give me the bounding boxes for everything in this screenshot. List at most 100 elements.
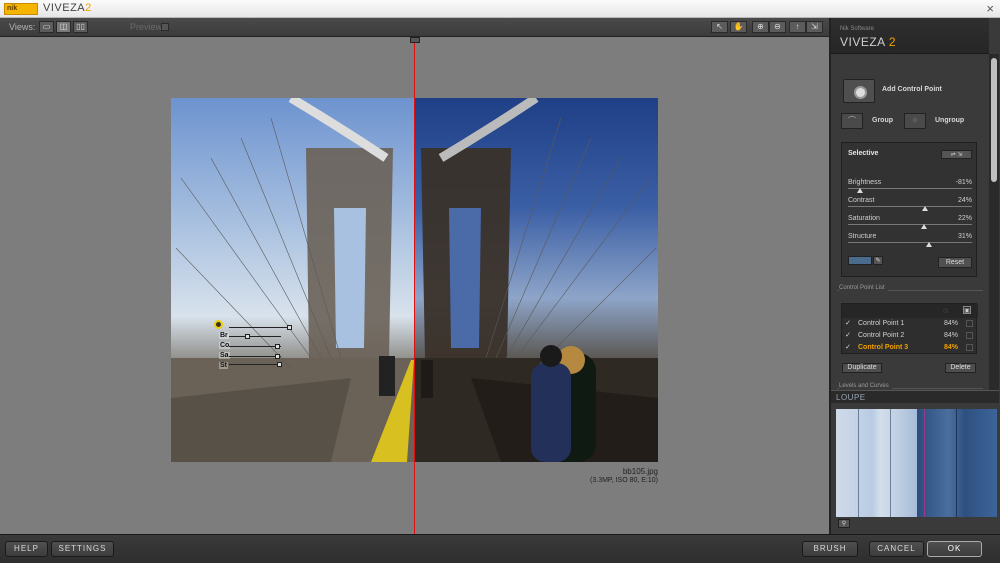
control-point-marker[interactable] bbox=[214, 320, 223, 329]
saturation-track[interactable] bbox=[848, 224, 972, 225]
cp-overlay-saturation-slider[interactable] bbox=[229, 356, 281, 357]
cp3-checkbox[interactable]: ✓ bbox=[845, 343, 851, 351]
cp3-mask-checkbox[interactable] bbox=[966, 344, 973, 351]
cp-overlay-structure-knob[interactable] bbox=[277, 362, 282, 367]
cp2-percent: 84% bbox=[944, 332, 959, 339]
loupe-adjusted bbox=[917, 409, 997, 517]
top-toolbar: Views: ▭ ◫ ▯▯ Preview: ↖ ✋ ⊕ ⊖ ↑ ⇲ bbox=[0, 18, 829, 37]
contrast-value: 24% bbox=[957, 197, 972, 204]
group-label[interactable]: Group bbox=[872, 117, 893, 124]
structure-marker[interactable] bbox=[926, 242, 933, 247]
zoom-out-icon[interactable]: ⊖ bbox=[769, 21, 786, 33]
info-icon[interactable]: ↑ bbox=[789, 21, 806, 33]
split-divider-handle[interactable] bbox=[410, 37, 420, 43]
hand-tool-icon[interactable]: ✋ bbox=[730, 21, 747, 33]
ungroup-label[interactable]: Ungroup bbox=[935, 117, 964, 124]
list-item[interactable]: ✓ Control Point 1 84% bbox=[843, 319, 976, 330]
loupe-cable bbox=[956, 409, 957, 517]
saturation-slider[interactable]: Saturation 22% bbox=[848, 215, 972, 231]
zoom-in-icon[interactable]: ⊕ bbox=[752, 21, 769, 33]
eyedropper-icon[interactable]: ✎ bbox=[873, 256, 883, 265]
panel-brand: Nik Software VIVEZA 2 bbox=[831, 18, 989, 54]
expand-sliders-icon[interactable]: ⇌ ⇲ bbox=[941, 150, 972, 159]
saturation-marker[interactable] bbox=[920, 224, 927, 229]
app-version: 2 bbox=[85, 2, 92, 14]
structure-value: 31% bbox=[957, 233, 972, 240]
close-icon[interactable]: × bbox=[986, 1, 994, 16]
cp1-percent: 84% bbox=[944, 320, 959, 327]
loupe-cable bbox=[890, 409, 891, 517]
control-point-overlay[interactable]: Br Co Sa St bbox=[214, 320, 292, 371]
nik-logo: nik bbox=[4, 3, 38, 15]
saturation-value: 22% bbox=[957, 215, 972, 222]
image-meta: (3.3MP, ISO 80, E:10) bbox=[590, 477, 658, 484]
panel-scrollbar[interactable] bbox=[989, 54, 999, 390]
visibility-icon[interactable]: ◌ bbox=[943, 306, 948, 315]
brightness-label: Brightness bbox=[848, 179, 882, 186]
preview-checkbox[interactable] bbox=[161, 23, 169, 31]
cp1-mask-checkbox[interactable] bbox=[966, 320, 973, 327]
brand-name: VIVEZA bbox=[840, 35, 886, 49]
ok-button[interactable]: OK bbox=[927, 541, 982, 557]
mask-icon[interactable]: ▣ bbox=[963, 306, 971, 314]
reset-button[interactable]: Reset bbox=[938, 257, 972, 268]
split-view-icon[interactable]: ◫ bbox=[56, 21, 71, 33]
levels-curves-title[interactable]: Levels and Curves bbox=[839, 383, 892, 389]
preview-label: Preview: bbox=[130, 22, 165, 32]
structure-slider[interactable]: Structure 31% bbox=[848, 233, 972, 249]
ungroup-icon[interactable]: ⁘ bbox=[904, 113, 926, 129]
structure-label: Structure bbox=[848, 233, 877, 240]
contrast-marker[interactable] bbox=[921, 206, 928, 211]
add-control-point-label[interactable]: Add Control Point bbox=[882, 86, 942, 93]
structure-track[interactable] bbox=[848, 242, 972, 243]
contrast-track[interactable] bbox=[848, 206, 972, 207]
arrow-tool-icon[interactable]: ↖ bbox=[711, 21, 728, 33]
loupe-header[interactable]: LOUPE bbox=[831, 390, 999, 403]
app-title: VIVEZA2 bbox=[43, 2, 92, 14]
cp-overlay-size-knob[interactable] bbox=[287, 325, 292, 330]
loupe-view bbox=[836, 409, 997, 517]
brightness-marker[interactable] bbox=[856, 188, 863, 193]
split-divider-line[interactable] bbox=[414, 37, 415, 534]
app-name: VIVEZA bbox=[43, 2, 86, 14]
logo-text: nik bbox=[7, 5, 18, 12]
cancel-button[interactable]: CANCEL bbox=[869, 541, 924, 557]
cp-overlay-size-slider[interactable] bbox=[229, 327, 289, 328]
help-button[interactable]: HELP bbox=[5, 541, 48, 557]
brand-product: VIVEZA 2 bbox=[840, 35, 896, 49]
brush-button[interactable]: BRUSH bbox=[802, 541, 858, 557]
cp-overlay-structure-slider[interactable] bbox=[229, 364, 281, 365]
brightness-track[interactable] bbox=[848, 188, 972, 189]
cp2-checkbox[interactable]: ✓ bbox=[845, 331, 851, 339]
cp-overlay-contrast-slider[interactable] bbox=[229, 346, 281, 347]
cp1-checkbox[interactable]: ✓ bbox=[845, 319, 851, 327]
contrast-slider[interactable]: Contrast 24% bbox=[848, 197, 972, 213]
brightness-slider[interactable]: Brightness -81% bbox=[848, 179, 972, 195]
cp-overlay-brightness-slider[interactable] bbox=[229, 336, 281, 337]
group-icon[interactable]: ⌒ bbox=[841, 113, 863, 129]
fit-icon[interactable]: ⇲ bbox=[806, 21, 823, 33]
side-by-side-icon[interactable]: ▯▯ bbox=[73, 21, 88, 33]
single-view-icon[interactable]: ▭ bbox=[39, 21, 54, 33]
duplicate-button[interactable]: Duplicate bbox=[842, 363, 882, 373]
cp-overlay-saturation-knob[interactable] bbox=[275, 354, 280, 359]
color-swatch[interactable] bbox=[848, 256, 872, 265]
cp-overlay-label-brightness: Br bbox=[219, 332, 229, 339]
add-control-point-button[interactable] bbox=[843, 79, 875, 103]
cp3-percent: 84% bbox=[944, 344, 959, 351]
brand-version: 2 bbox=[888, 35, 897, 49]
cp2-mask-checkbox[interactable] bbox=[966, 332, 973, 339]
cp-overlay-contrast-knob[interactable] bbox=[275, 344, 280, 349]
cp-overlay-brightness-knob[interactable] bbox=[245, 334, 250, 339]
brightness-value: -81% bbox=[955, 179, 972, 186]
preview-canvas[interactable]: Br Co Sa St bb105.jpg (3.3MP, ISO 80, E:… bbox=[0, 37, 829, 534]
control-point-list-title[interactable]: Control Point List bbox=[839, 285, 888, 291]
panel-scroll-thumb[interactable] bbox=[991, 58, 997, 182]
loupe-cable bbox=[858, 409, 859, 517]
selective-box: Selective ⇌ ⇲ Brightness -81% Contrast 2… bbox=[841, 142, 977, 277]
list-item[interactable]: ✓ Control Point 3 84% bbox=[843, 343, 976, 354]
loupe-pin-icon[interactable]: ⚲ bbox=[838, 519, 850, 528]
settings-button[interactable]: SETTINGS bbox=[51, 541, 114, 557]
list-item[interactable]: ✓ Control Point 2 84% bbox=[843, 331, 976, 342]
delete-button[interactable]: Delete bbox=[945, 363, 976, 373]
